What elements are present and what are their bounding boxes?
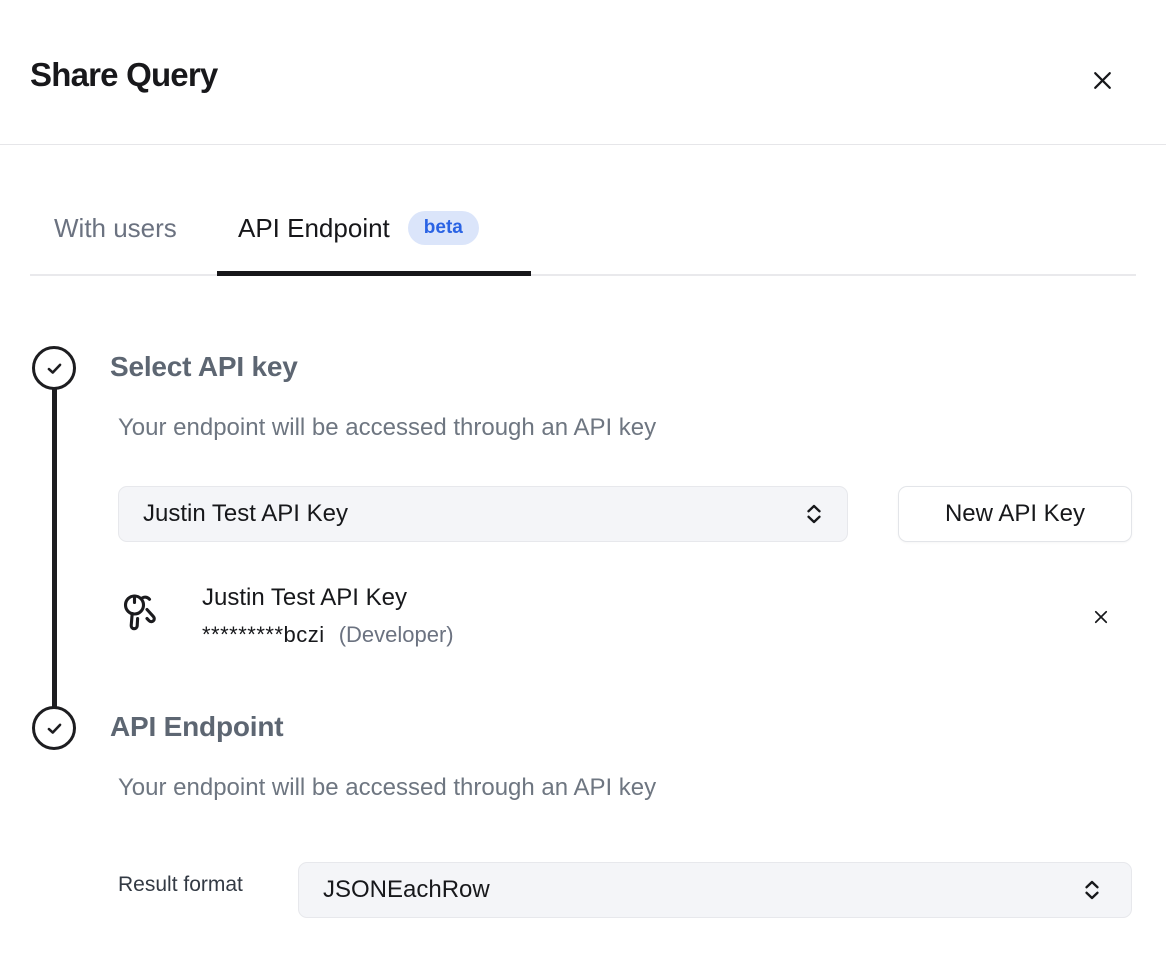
remove-key-button[interactable] — [1086, 602, 1116, 632]
selected-key-details: *********bczi (Developer) — [202, 622, 454, 648]
step-2-complete-indicator — [32, 706, 76, 750]
close-icon — [1090, 68, 1115, 93]
tab-with-users-label: With users — [54, 213, 177, 244]
api-key-select-value: Justin Test API Key — [119, 500, 803, 528]
step-1-title: Select API key — [110, 351, 298, 383]
step-2-subtitle: Your endpoint will be accessed through a… — [118, 774, 656, 802]
x-icon — [1092, 608, 1110, 626]
checkmark-icon — [43, 717, 66, 740]
tabs-divider — [30, 274, 1136, 276]
chevron-up-down-icon — [1081, 877, 1103, 903]
keys-icon — [120, 588, 164, 636]
checkmark-icon — [43, 357, 66, 380]
tab-with-users[interactable]: With users — [54, 206, 177, 250]
close-dialog-button[interactable] — [1084, 62, 1120, 98]
step-1-complete-indicator — [32, 346, 76, 390]
tab-api-endpoint-label: API Endpoint — [238, 213, 390, 244]
new-api-key-button[interactable]: New API Key — [898, 486, 1132, 542]
tab-api-endpoint[interactable]: API Endpoint beta — [238, 206, 479, 250]
stepper-connector-line — [52, 368, 57, 728]
step-2-title: API Endpoint — [110, 711, 283, 743]
chevron-up-down-icon — [803, 501, 825, 527]
api-key-select[interactable]: Justin Test API Key — [118, 486, 848, 542]
selected-key-masked-value: *********bczi — [202, 622, 325, 648]
selected-key-role: (Developer) — [339, 622, 454, 648]
active-tab-indicator — [217, 271, 531, 276]
result-format-select[interactable]: JSONEachRow — [298, 862, 1132, 918]
result-format-label: Result format — [118, 873, 243, 897]
step-1-subtitle: Your endpoint will be accessed through a… — [118, 414, 656, 442]
header-divider — [0, 144, 1166, 145]
beta-badge: beta — [408, 211, 479, 245]
result-format-select-value: JSONEachRow — [299, 876, 1081, 904]
selected-key-name: Justin Test API Key — [202, 584, 407, 612]
dialog-title: Share Query — [30, 56, 217, 94]
